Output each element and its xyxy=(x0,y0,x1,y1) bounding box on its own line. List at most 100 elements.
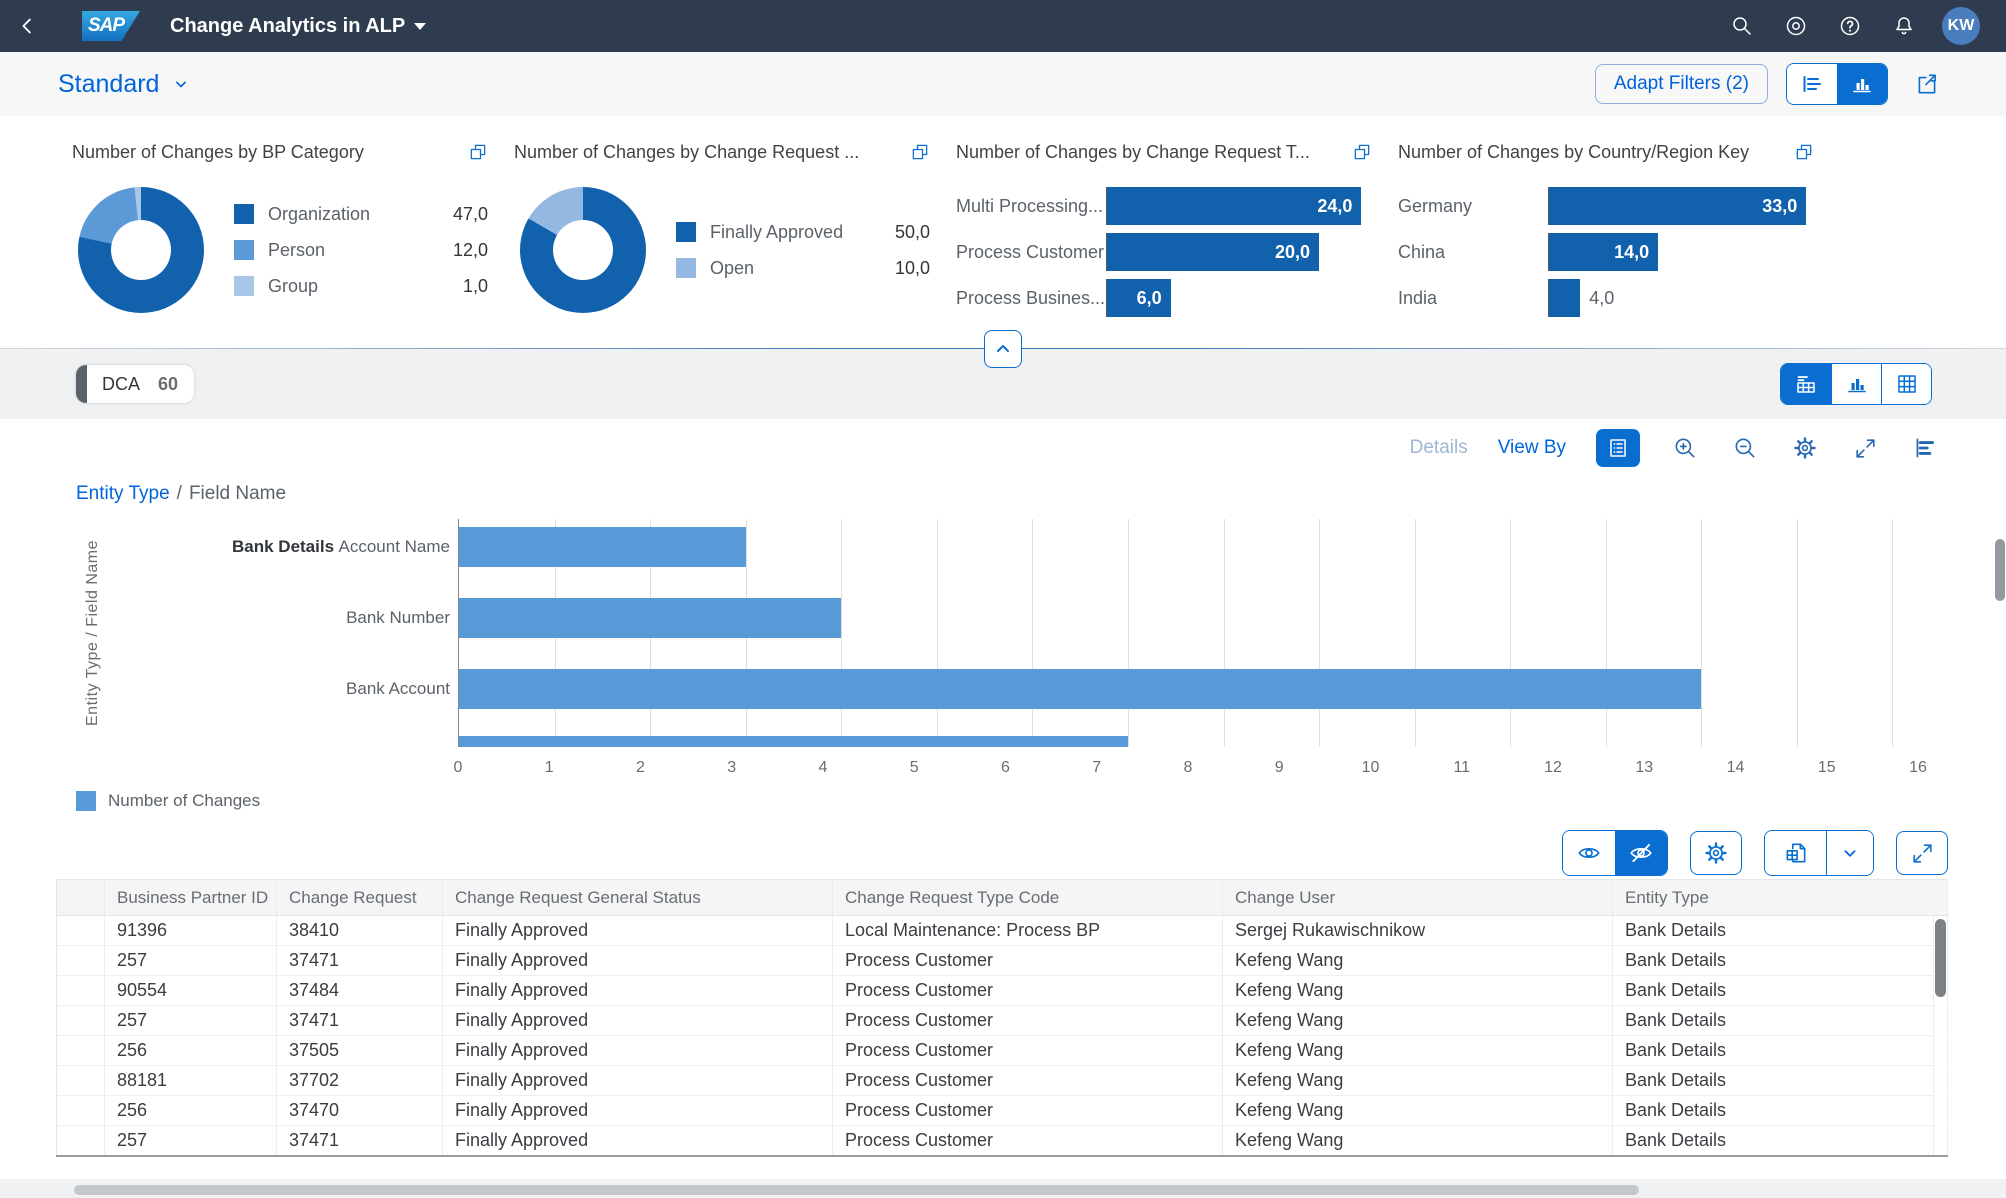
export-dropdown-icon[interactable] xyxy=(1827,831,1873,875)
zoom-in-icon[interactable] xyxy=(1670,433,1700,463)
legend-item[interactable]: Person 12,0 xyxy=(234,240,488,261)
table-view-icon[interactable] xyxy=(1881,364,1931,404)
fullscreen-icon[interactable] xyxy=(1850,433,1880,463)
column-header[interactable]: Change Request xyxy=(276,879,443,916)
copy-icon[interactable] xyxy=(1794,142,1814,162)
chart-bar[interactable] xyxy=(459,527,746,567)
collapse-up-icon[interactable] xyxy=(984,329,1022,368)
row-selector-cell[interactable] xyxy=(56,1065,105,1096)
legend-item[interactable]: Group 1,0 xyxy=(234,276,488,297)
table-row[interactable]: 91396 38410 Finally Approved Local Maintena… xyxy=(56,915,1948,946)
donut-chart[interactable] xyxy=(78,187,204,313)
column-header[interactable]: Entity Type xyxy=(1612,879,1948,916)
legend-toggle-icon[interactable] xyxy=(1596,429,1640,467)
table-scrollbar-thumb[interactable] xyxy=(1935,919,1946,997)
sap-logo[interactable]: SAP xyxy=(82,11,140,41)
table-row[interactable]: 88181 37702 Finally Approved Process Custom… xyxy=(56,1065,1948,1096)
x-tick-label: 10 xyxy=(1361,759,1380,776)
row-selector-cell[interactable] xyxy=(56,915,105,946)
category-label: Bank Account xyxy=(346,679,450,698)
avatar[interactable]: KW xyxy=(1942,7,1980,45)
table-row[interactable]: 257 37471 Finally Approved Process Customer… xyxy=(56,1125,1948,1156)
main-plot xyxy=(458,519,1988,747)
bar[interactable]: 24,0 xyxy=(1107,187,1362,225)
chart-table-view-icon[interactable] xyxy=(1781,364,1831,404)
table-settings-icon[interactable] xyxy=(1690,831,1742,875)
row-selector-cell[interactable] xyxy=(56,945,105,976)
copy-icon[interactable] xyxy=(1352,142,1372,162)
column-header[interactable]: Change Request General Status xyxy=(442,879,833,916)
kpi-card-bp-category[interactable]: Number of Changes by BP Category Organiz… xyxy=(72,142,514,338)
kpi-card-country[interactable]: Number of Changes by Country/Region Key … xyxy=(1398,142,1840,338)
table-row[interactable]: 256 37505 Finally Approved Process Customer… xyxy=(56,1035,1948,1066)
settings-icon[interactable] xyxy=(1790,433,1820,463)
chart-bar[interactable] xyxy=(459,669,1702,709)
adapt-filters-button[interactable]: Adapt Filters (2) xyxy=(1594,64,1768,104)
selector-column-header[interactable] xyxy=(56,879,105,916)
back-button[interactable] xyxy=(0,15,56,37)
column-header[interactable]: Change User xyxy=(1222,879,1613,916)
chart-bar-partial[interactable] xyxy=(459,736,1128,747)
notifications-icon[interactable] xyxy=(1882,4,1926,48)
horizontal-scrollbar-thumb[interactable] xyxy=(74,1185,1639,1195)
chart-view-icon[interactable] xyxy=(1831,364,1881,404)
kpi-card-cr-type[interactable]: Number of Changes by Change Request T...… xyxy=(956,142,1398,338)
bar[interactable]: 14,0 xyxy=(1549,233,1659,271)
chart-scrollbar-thumb[interactable] xyxy=(1995,539,2005,601)
table-cell: Kefeng Wang xyxy=(1222,975,1613,1006)
table-cell: Finally Approved xyxy=(442,1035,833,1066)
table-cell: Bank Details xyxy=(1612,1125,1948,1156)
row-selector-cell[interactable] xyxy=(56,1005,105,1036)
search-icon[interactable] xyxy=(1720,4,1764,48)
x-gridline xyxy=(1701,519,1703,747)
table-fullscreen-icon[interactable] xyxy=(1896,831,1948,875)
column-header[interactable]: Change Request Type Code xyxy=(832,879,1223,916)
variant-selector[interactable]: Standard xyxy=(58,70,191,99)
breadcrumb-link[interactable]: Entity Type xyxy=(76,483,170,505)
show-details-icon[interactable] xyxy=(1563,831,1615,875)
table-row[interactable]: 90554 37484 Finally Approved Process Custom… xyxy=(56,975,1948,1006)
row-selector-cell[interactable] xyxy=(56,1035,105,1066)
table-row[interactable]: 256 37470 Finally Approved Process Customer… xyxy=(56,1095,1948,1126)
share-icon[interactable] xyxy=(1906,64,1948,104)
bar[interactable]: 6,0 xyxy=(1107,279,1171,317)
dca-filter-chip[interactable]: DCA 60 xyxy=(76,365,195,403)
table-row[interactable]: 257 37471 Finally Approved Process Customer… xyxy=(56,945,1948,976)
table-cell: Bank Details xyxy=(1612,945,1948,976)
chart-bar[interactable] xyxy=(459,598,842,638)
copilot-icon[interactable] xyxy=(1774,4,1818,48)
copy-icon[interactable] xyxy=(910,142,930,162)
filter-view-segmented xyxy=(1786,63,1888,105)
filter-list-view-icon[interactable] xyxy=(1787,64,1837,104)
table-cell: Finally Approved xyxy=(442,1095,833,1126)
x-gridline xyxy=(1414,519,1416,747)
kpi-card-cr-status[interactable]: Number of Changes by Change Request ... … xyxy=(514,142,956,338)
x-tick-label: 0 xyxy=(453,759,463,776)
x-tick-label: 6 xyxy=(1001,759,1010,776)
donut-chart[interactable] xyxy=(520,187,646,313)
view-by-button[interactable]: View By xyxy=(1498,437,1566,459)
details-button[interactable]: Details xyxy=(1410,437,1468,459)
zoom-out-icon[interactable] xyxy=(1730,433,1760,463)
help-icon[interactable] xyxy=(1828,4,1872,48)
bar-chart-type-icon[interactable] xyxy=(1910,433,1940,463)
export-excel-icon[interactable] xyxy=(1765,831,1827,875)
bar[interactable]: 20,0 xyxy=(1107,233,1319,271)
table-row[interactable]: 257 37471 Finally Approved Process Customer… xyxy=(56,1005,1948,1036)
row-selector-cell[interactable] xyxy=(56,975,105,1006)
row-selector-cell[interactable] xyxy=(56,1095,105,1126)
legend-item[interactable]: Open 10,0 xyxy=(676,258,930,279)
app-title-menu[interactable]: Change Analytics in ALP xyxy=(170,15,427,38)
table-cell: Finally Approved xyxy=(442,1125,833,1156)
hide-details-icon[interactable] xyxy=(1615,831,1667,875)
bar[interactable] xyxy=(1549,279,1581,317)
column-header[interactable]: Business Partner ID xyxy=(104,879,277,916)
bar-chart-view-icon[interactable] xyxy=(1837,64,1887,104)
row-selector-cell[interactable] xyxy=(56,1125,105,1156)
bar[interactable]: 33,0 xyxy=(1549,187,1807,225)
legend-item[interactable]: Organization 47,0 xyxy=(234,204,488,225)
legend-item[interactable]: Finally Approved 50,0 xyxy=(676,222,930,243)
x-gridline xyxy=(1796,519,1798,747)
bar-value: 24,0 xyxy=(1317,195,1353,216)
copy-icon[interactable] xyxy=(468,142,488,162)
